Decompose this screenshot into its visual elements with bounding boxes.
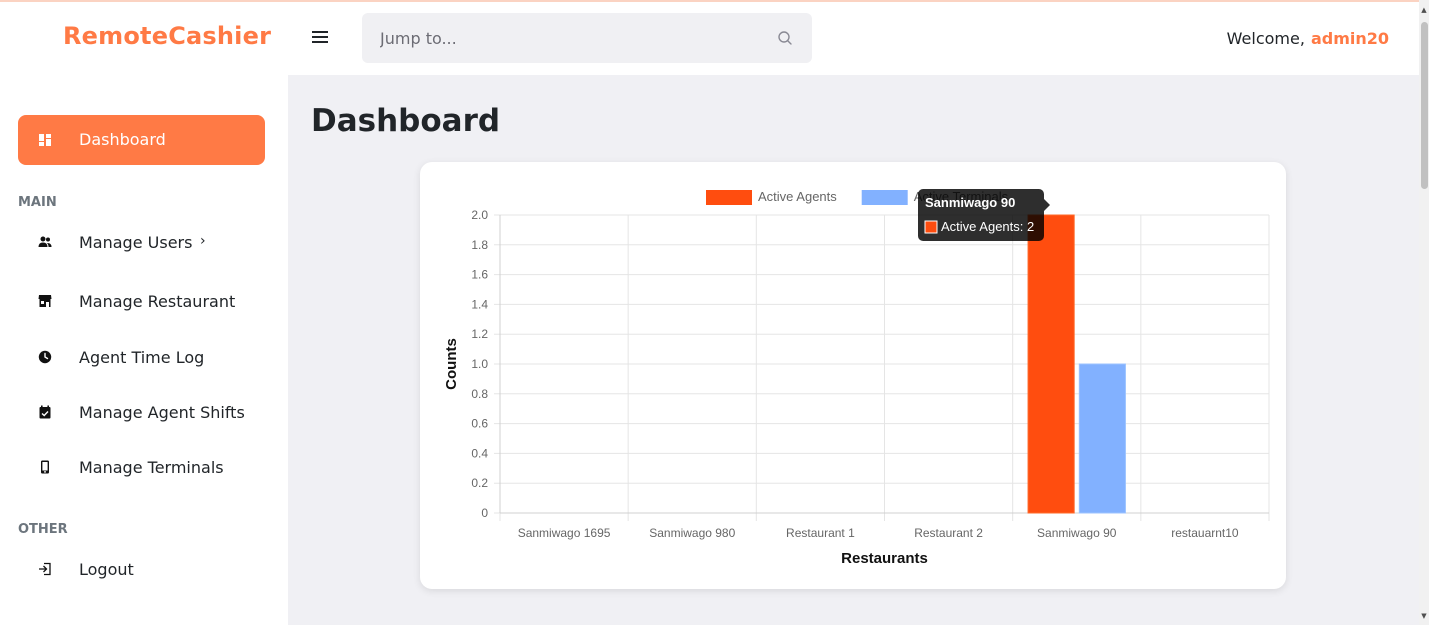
sidebar-item-manage-agent-shifts[interactable]: Manage Agent Shifts (18, 395, 265, 431)
welcome-text: Welcome, admin20 (1227, 29, 1389, 48)
sidebar: Dashboard MAIN Manage Users › Manage Res… (0, 75, 288, 625)
y-tick-label: 0 (481, 506, 488, 520)
bar-active-agents (1027, 214, 1075, 514)
dashboard-icon (39, 134, 51, 146)
sidebar-item-manage-restaurant[interactable]: Manage Restaurant (18, 284, 265, 320)
y-tick-label: 1.4 (471, 297, 488, 311)
bar-chart: 0 0.2 0.4 0.6 0.8 1.0 1.2 1.4 1.6 1.8 2.0 Sanmiwago… (443, 189, 1270, 567)
tooltip-title: Sanmiwago 90 (925, 195, 1015, 210)
y-tick-label: 0.4 (471, 446, 488, 460)
clock-icon (38, 350, 52, 364)
y-tick-label: 0.6 (471, 417, 488, 431)
tooltip-caret (1044, 199, 1050, 211)
sidebar-item-dashboard[interactable]: Dashboard (18, 115, 265, 165)
chevron-right-icon: › (200, 233, 206, 249)
search-box (362, 13, 812, 63)
tooltip-label: Active Agents: 2 (941, 219, 1034, 234)
scrollbar-thumb[interactable] (1421, 22, 1428, 189)
menu-toggle-icon[interactable] (312, 31, 328, 45)
x-tick-label: Sanmiwago 980 (649, 526, 735, 540)
section-title-main: MAIN (18, 195, 57, 210)
top-accent-bar (0, 0, 1429, 2)
legend-swatch (861, 190, 908, 205)
y-tick-label: 0.8 (471, 387, 488, 401)
x-tick-label: Restaurant 1 (786, 526, 855, 540)
mobile-icon (41, 460, 49, 474)
x-tick-label: Sanmiwago 90 (1037, 526, 1117, 540)
scroll-up-icon[interactable]: ▲ (1420, 6, 1428, 14)
page-title: Dashboard (311, 103, 501, 139)
y-tick-label: 1.2 (471, 327, 488, 341)
welcome-label: Welcome, (1226, 29, 1305, 48)
sidebar-item-label: Manage Restaurant (79, 292, 236, 311)
y-tick-label: 1.8 (471, 238, 488, 252)
page-scrollbar[interactable]: ▲ ▼ (1419, 0, 1429, 625)
sidebar-item-label: Dashboard (79, 130, 166, 149)
y-axis-title: Counts (443, 338, 460, 390)
y-tick-label: 1.6 (471, 268, 488, 282)
tooltip-swatch (924, 220, 938, 234)
username[interactable]: admin20 (1311, 29, 1389, 48)
x-axis-title: Restaurants (841, 550, 928, 567)
sidebar-item-label: Manage Agent Shifts (79, 403, 245, 422)
sidebar-item-label: Manage Users (79, 233, 193, 252)
sidebar-item-manage-users[interactable]: Manage Users › (18, 225, 265, 261)
brand-logo[interactable]: RemoteCashier (63, 22, 271, 50)
section-title-other: OTHER (18, 522, 68, 537)
x-tick-label: restauarnt10 (1171, 526, 1239, 540)
sidebar-item-label: Manage Terminals (79, 458, 224, 477)
x-tick-label: Restaurant 2 (914, 526, 983, 540)
calendar-check-icon (39, 405, 51, 419)
sidebar-item-logout[interactable]: Logout (18, 552, 265, 588)
sidebar-item-label: Agent Time Log (79, 348, 205, 367)
chart-card: 0 0.2 0.4 0.6 0.8 1.0 1.2 1.4 1.6 1.8 2.0 Sanmiwago… (420, 162, 1286, 589)
sidebar-item-label: Logout (79, 560, 134, 579)
legend-label: Active Agents (758, 189, 837, 204)
sidebar-item-agent-time-log[interactable]: Agent Time Log (18, 340, 265, 376)
bar-active-terminals (1078, 363, 1126, 514)
y-tick-label: 1.0 (471, 357, 488, 371)
main-content: Dashboard 0 0.2 0.4 0.6 0.8 1.0 1.2 1.4 1.6 1.8 2.… (288, 75, 1419, 625)
y-tick-label: 2.0 (471, 208, 488, 222)
x-tick-label: Sanmiwago 1695 (518, 526, 611, 540)
scroll-down-icon[interactable]: ▼ (1420, 612, 1428, 620)
search-input[interactable] (362, 13, 762, 63)
legend-swatch (706, 190, 752, 205)
logout-icon (39, 562, 51, 576)
search-icon[interactable] (777, 30, 793, 46)
users-icon (38, 236, 52, 247)
store-icon (38, 295, 52, 307)
sidebar-item-manage-terminals[interactable]: Manage Terminals (18, 450, 265, 486)
y-tick-label: 0.2 (471, 476, 488, 490)
